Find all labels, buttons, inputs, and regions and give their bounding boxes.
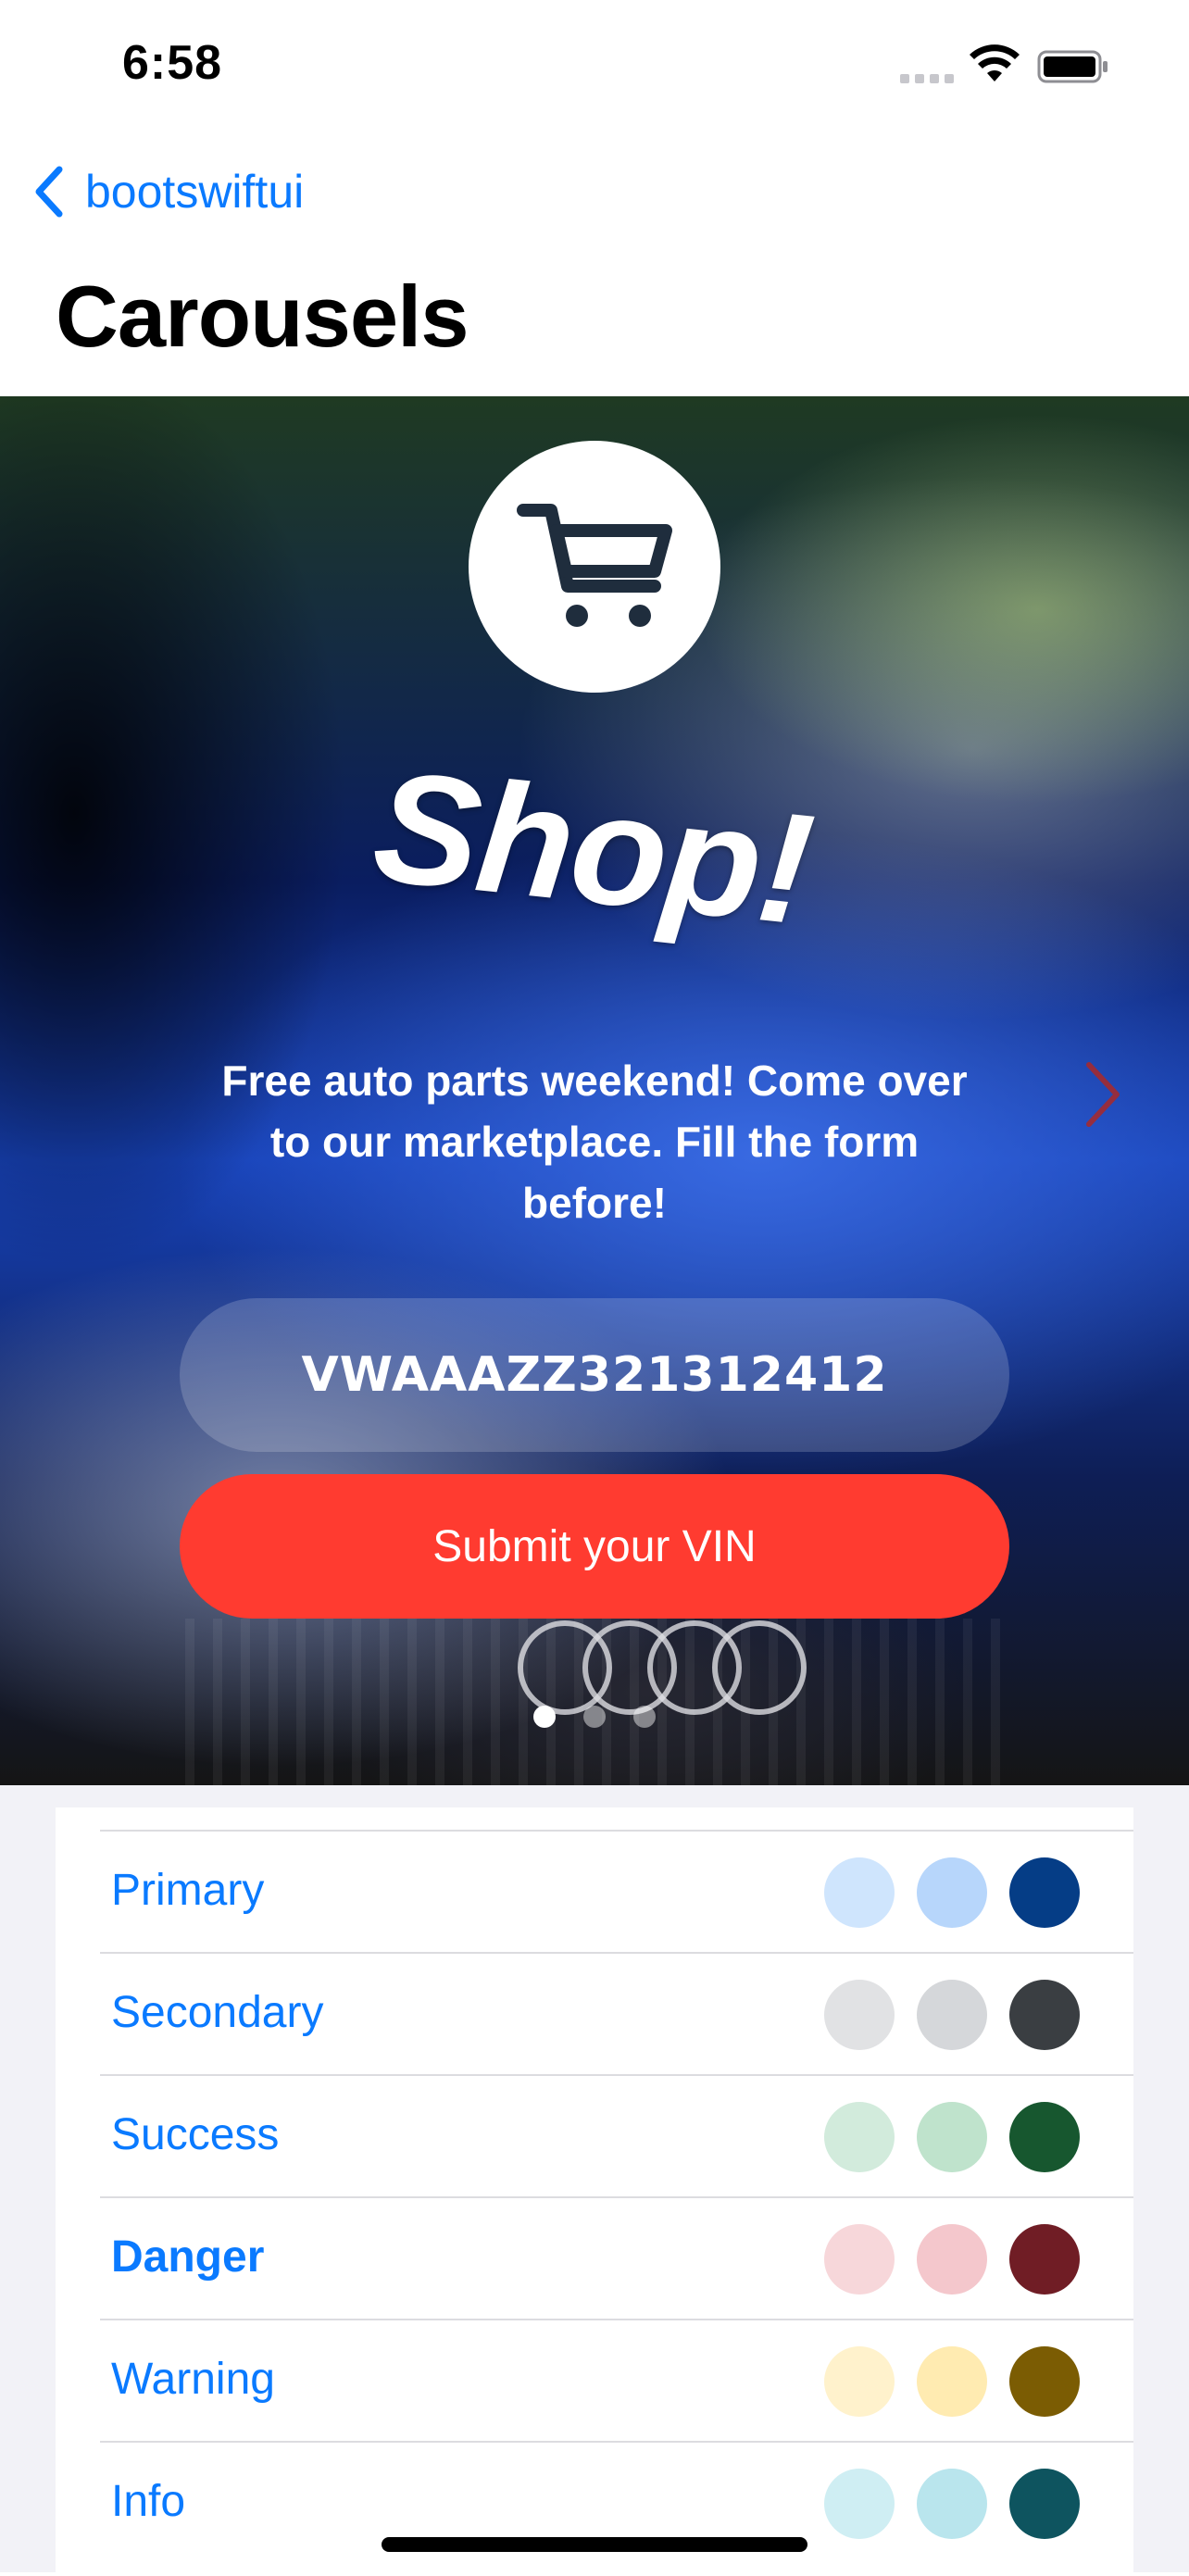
list-item[interactable]: Warning: [100, 2319, 1133, 2441]
list-item-label: Secondary: [111, 1988, 324, 2037]
swatch: [824, 1857, 895, 1928]
home-indicator[interactable]: [382, 2537, 807, 2552]
page-dot[interactable]: [583, 1706, 606, 1728]
swatch: [1009, 2469, 1080, 2539]
color-swatches: [824, 1980, 1080, 2050]
swatch: [1009, 2102, 1080, 2172]
back-button-label: bootswiftui: [85, 166, 305, 218]
swatch: [824, 1980, 895, 2050]
color-swatches: [824, 2469, 1080, 2539]
list-item[interactable]: Primary: [100, 1830, 1133, 1952]
swatch: [917, 2469, 987, 2539]
swatch: [917, 2102, 987, 2172]
carousel[interactable]: Shop! Free auto parts weekend! Come over…: [0, 396, 1189, 1785]
chevron-right-icon[interactable]: [1080, 1057, 1126, 1132]
page-dot[interactable]: [533, 1706, 556, 1728]
cart-badge: [469, 441, 720, 693]
page-indicator[interactable]: [533, 1706, 656, 1728]
cart-icon: [517, 504, 672, 627]
swatch: [824, 2346, 895, 2417]
color-list: Primary Secondary Success Danger Warning…: [56, 1807, 1133, 2576]
page-title: Carousels: [56, 268, 469, 365]
wifi-icon: [970, 44, 1020, 81]
list-item-label: Info: [111, 2477, 186, 2526]
color-swatches: [824, 2102, 1080, 2172]
swatch: [824, 2102, 895, 2172]
list-item[interactable]: Secondary: [100, 1952, 1133, 2074]
swatch: [917, 2346, 987, 2417]
car-logo-rings: [518, 1620, 807, 1715]
status-time: 6:58: [122, 36, 223, 90]
list-item-label: Success: [111, 2110, 280, 2159]
swatch: [1009, 1857, 1080, 1928]
list-item-label: Danger: [111, 2232, 265, 2282]
list-item[interactable]: Success: [100, 2074, 1133, 2196]
swatch: [824, 2469, 895, 2539]
color-swatches: [824, 1857, 1080, 1928]
list-item-label: Warning: [111, 2355, 275, 2404]
swatch: [824, 2224, 895, 2295]
slide-headline: Shop!: [366, 737, 820, 959]
chevron-left-icon: [35, 166, 63, 218]
swatch: [917, 1980, 987, 2050]
cellular-signal-icon: [900, 70, 956, 83]
page-dot[interactable]: [633, 1706, 656, 1728]
color-swatches: [824, 2346, 1080, 2417]
list-item-label: Primary: [111, 1866, 265, 1915]
vin-input[interactable]: [180, 1298, 1009, 1452]
swatch: [917, 1857, 987, 1928]
swatch: [1009, 1980, 1080, 2050]
list-item[interactable]: Danger: [100, 2196, 1133, 2319]
battery-icon: [1037, 50, 1108, 83]
status-bar: 6:58: [0, 0, 1189, 139]
swatch: [1009, 2346, 1080, 2417]
color-swatches: [824, 2224, 1080, 2295]
swatch: [1009, 2224, 1080, 2295]
submit-vin-button[interactable]: Submit your VIN: [180, 1474, 1009, 1619]
swatch: [917, 2224, 987, 2295]
slide-description: Free auto parts weekend! Come over to ou…: [221, 1057, 968, 1227]
back-button[interactable]: bootswiftui: [31, 159, 304, 224]
color-list-background: Primary Secondary Success Danger Warning…: [0, 1785, 1189, 2576]
